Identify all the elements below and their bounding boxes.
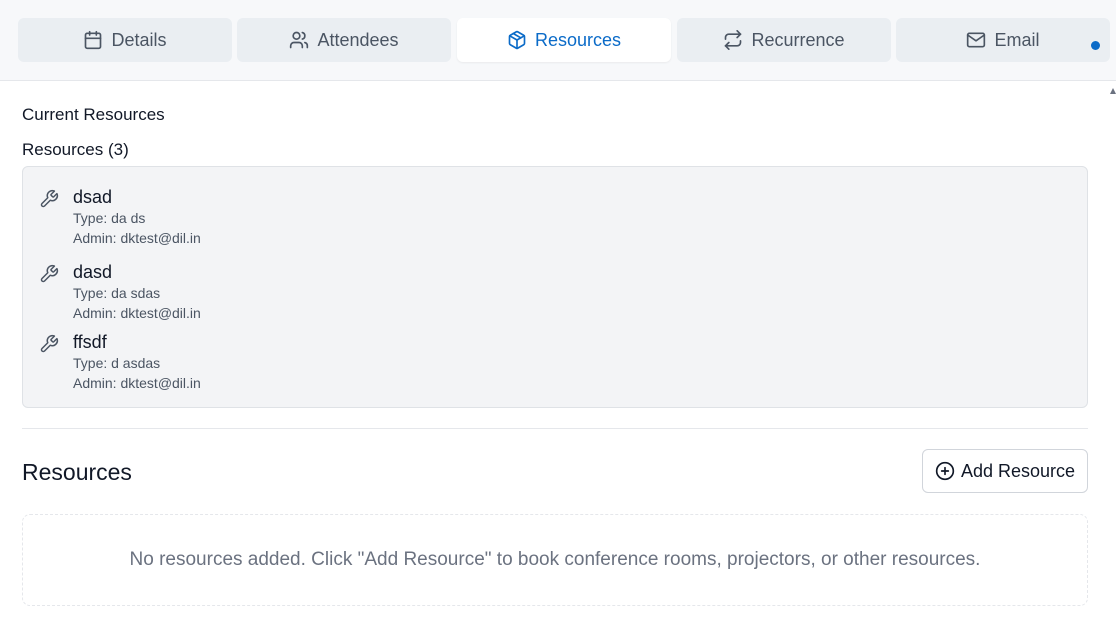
tab-attendees[interactable]: Attendees bbox=[237, 18, 451, 62]
current-resources-list: dsad Type: da ds Admin: dktest@dil.in da… bbox=[22, 166, 1088, 408]
tab-details[interactable]: Details bbox=[18, 18, 232, 62]
resource-name: dasd bbox=[73, 262, 113, 282]
tab-details-label: Details bbox=[111, 30, 167, 50]
tab-resources[interactable]: Resources bbox=[457, 18, 671, 62]
tab-email[interactable]: Email bbox=[896, 18, 1110, 62]
tab-bar: Details Attendees Resources Recurrence E… bbox=[0, 0, 1116, 81]
current-resources-title: Current Resources bbox=[22, 105, 165, 124]
repeat-icon bbox=[725, 30, 742, 50]
resource-admin: Admin: dktest@dil.in bbox=[73, 375, 201, 391]
resource-type: Type: da sdas bbox=[73, 285, 161, 301]
resources-heading: Resources bbox=[22, 459, 132, 485]
add-resource-button[interactable]: Add Resource bbox=[922, 449, 1088, 493]
section-divider bbox=[22, 428, 1088, 429]
plus-circle-icon bbox=[935, 461, 955, 481]
box-icon bbox=[508, 30, 526, 50]
tab-email-label: Email bbox=[994, 30, 1040, 50]
resources-count: Resources (3) bbox=[22, 140, 129, 159]
mail-icon bbox=[967, 32, 986, 48]
resource-name: ffsdf bbox=[73, 332, 107, 352]
tab-attendees-label: Attendees bbox=[317, 30, 399, 50]
resource-type: Type: da ds bbox=[73, 210, 146, 226]
users-icon bbox=[290, 31, 309, 49]
empty-state: No resources added. Click "Add Resource"… bbox=[22, 514, 1088, 606]
empty-state-text: No resources added. Click "Add Resource"… bbox=[129, 549, 981, 570]
resource-name: dsad bbox=[73, 187, 113, 207]
notification-dot bbox=[1091, 41, 1100, 50]
scroll-up-arrow-icon[interactable] bbox=[1110, 86, 1116, 98]
resource-type: Type: d asdas bbox=[73, 355, 161, 371]
add-resource-label: Add Resource bbox=[960, 460, 1076, 481]
resource-admin: Admin: dktest@dil.in bbox=[73, 230, 201, 246]
calendar-icon bbox=[85, 30, 102, 50]
wrench-icon bbox=[40, 189, 59, 208]
wrench-icon bbox=[40, 334, 59, 353]
tab-recurrence[interactable]: Recurrence bbox=[677, 18, 891, 62]
wrench-icon bbox=[40, 264, 59, 283]
resource-admin: Admin: dktest@dil.in bbox=[73, 305, 201, 321]
tab-recurrence-label: Recurrence bbox=[751, 30, 845, 50]
tab-resources-label: Resources bbox=[534, 30, 622, 50]
